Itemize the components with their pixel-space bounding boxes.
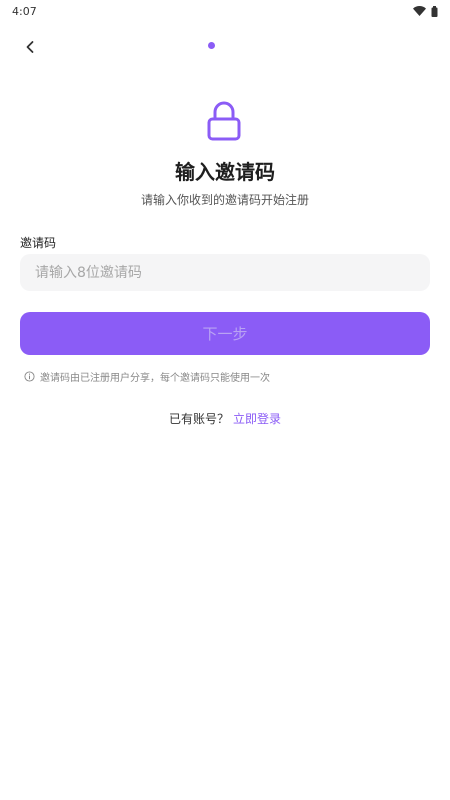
invite-code-screen: 4:07 输入邀请码 请输入你收到的邀请码开始注册 邀请码 下 <box>0 0 450 800</box>
info-icon <box>24 371 35 382</box>
page-title: 输入邀请码 <box>175 160 275 184</box>
invite-code-label: 邀请码 <box>20 236 57 250</box>
login-prompt: 已有账号？ <box>168 412 229 426</box>
back-button[interactable] <box>18 35 42 59</box>
login-link[interactable]: 立即登录 <box>233 412 281 426</box>
invite-code-input[interactable] <box>20 254 430 291</box>
battery-icon <box>431 5 438 17</box>
lock-icon <box>207 101 241 141</box>
status-icons <box>413 5 438 17</box>
chevron-left-icon <box>26 41 34 53</box>
login-row: 已有账号？ 立即登录 <box>0 410 450 427</box>
progress-dot <box>208 42 215 49</box>
wifi-icon <box>413 6 426 16</box>
hint-text: 邀请码由已注册用户分享，每个邀请码只能使用一次 <box>40 373 270 384</box>
status-bar: 4:07 <box>0 0 450 22</box>
page-subtitle: 请输入你收到的邀请码开始注册 <box>140 193 309 207</box>
next-step-button[interactable]: 下一步 <box>20 312 430 355</box>
invite-hint: 邀请码由已注册用户分享，每个邀请码只能使用一次 <box>24 369 270 384</box>
status-time: 4:07 <box>12 4 37 18</box>
